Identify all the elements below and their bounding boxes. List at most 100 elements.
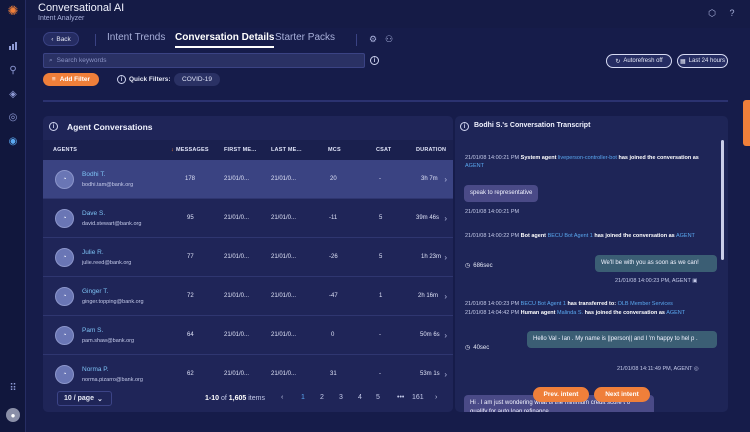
prev-intent-button[interactable]: Prev. intent xyxy=(533,387,589,402)
duration-cell: 2h 16m xyxy=(418,293,439,299)
section-divider xyxy=(43,100,728,102)
page-size-value: 10 / page xyxy=(64,395,94,402)
user-circle-icon[interactable]: ◎ xyxy=(7,111,19,123)
chevron-left-icon: ‹ xyxy=(51,35,54,43)
chevron-right-icon: › xyxy=(444,370,447,379)
search-icon: ⌕ xyxy=(49,56,53,64)
page-link[interactable]: 1 xyxy=(301,394,305,401)
table-row[interactable]: ◔ Ginger T. ginger.topping@bank.org 72 2… xyxy=(43,277,453,316)
page-ellipsis[interactable]: ••• xyxy=(397,394,404,401)
page-link[interactable]: 4 xyxy=(358,394,362,401)
tab-starter-packs[interactable]: Starter Packs xyxy=(275,32,335,43)
top-bar: Conversational AI Intent Analyzer ⬡ ? xyxy=(26,0,750,28)
range-text: 1-10 xyxy=(205,395,220,402)
page-size-select[interactable]: 10 / page ⌄ xyxy=(57,391,112,406)
of-text: of xyxy=(220,395,227,402)
transcript-panel: i Bodhi S.'s Conversation Transcript 21/… xyxy=(455,116,728,412)
time-range-selector[interactable]: ▦ Last 24 hours xyxy=(677,54,728,68)
search-box[interactable]: ⌕ xyxy=(43,53,365,68)
tab-conversation-details[interactable]: Conversation Details xyxy=(175,32,275,48)
search-info-icon[interactable]: i xyxy=(370,56,379,65)
csat-cell: - xyxy=(379,371,381,377)
col-agents[interactable]: AGENTS xyxy=(53,147,77,153)
page-link[interactable]: 2 xyxy=(320,394,324,401)
messages-cell: 178 xyxy=(185,176,196,182)
first-message-cell: 21/01/0... xyxy=(224,254,250,260)
csat-cell: 5 xyxy=(379,215,383,221)
agent-message: We'll be with you as soon as we can! xyxy=(595,255,717,272)
prev-page-button[interactable]: ‹ xyxy=(281,394,283,401)
agent-email: bodhi.tam@bank.org xyxy=(82,182,134,188)
page-link[interactable]: 161 xyxy=(412,394,424,401)
agent-email: julie.reed@bank.org xyxy=(82,260,132,266)
col-first-message[interactable]: FIRST ME... xyxy=(224,147,256,153)
response-timer: ◷ 40sec xyxy=(465,344,490,352)
help-icon[interactable]: ? xyxy=(726,7,738,19)
col-mcs[interactable]: MCS xyxy=(328,147,341,153)
agent-name: Dave S. xyxy=(82,210,106,217)
chevron-right-icon: › xyxy=(444,214,447,223)
table-row[interactable]: ◔ Dave S. david.stewart@bank.org 95 21/0… xyxy=(43,199,453,238)
avatar-icon: ◔ xyxy=(55,326,74,345)
avatar-icon: ◔ xyxy=(55,209,74,228)
col-duration[interactable]: DURATION xyxy=(416,147,446,153)
search-input[interactable] xyxy=(56,57,357,64)
tab-intent-trends[interactable]: Intent Trends xyxy=(107,32,165,43)
network-icon[interactable]: ⚲ xyxy=(7,64,19,76)
table-row[interactable]: ◔ Pam S. pam.shaw@bank.org 64 21/01/0...… xyxy=(43,316,453,355)
avatar-icon: ◔ xyxy=(55,248,74,267)
duration-cell: 53m 1s xyxy=(420,371,440,377)
csat-cell: - xyxy=(379,332,381,338)
back-button[interactable]: ‹ Back xyxy=(43,32,79,46)
last-message-cell: 21/01/0... xyxy=(271,176,297,182)
autorefresh-toggle[interactable]: ↻ Autorefresh off xyxy=(606,54,672,68)
avatar-icon: ◔ xyxy=(55,287,74,306)
info-icon[interactable]: i xyxy=(49,122,58,131)
transcript-scrollbar[interactable] xyxy=(721,140,724,260)
side-drawer-handle[interactable] xyxy=(743,100,750,146)
first-message-cell: 21/01/0... xyxy=(224,176,250,182)
tab-divider xyxy=(95,34,96,46)
col-last-message[interactable]: LAST ME... xyxy=(271,147,302,153)
next-intent-button[interactable]: Next intent xyxy=(594,387,650,402)
analyzer-icon[interactable]: ◉ xyxy=(7,135,19,147)
col-messages[interactable]: MESSAGES xyxy=(176,147,209,153)
quick-filter-chip[interactable]: COVID-19 xyxy=(174,73,220,86)
add-filter-button[interactable]: ≡ Add Filter xyxy=(43,73,99,86)
cube-icon[interactable]: ⬡ xyxy=(706,7,718,19)
sort-desc-icon[interactable]: ↓ xyxy=(171,147,174,153)
response-timer: ◷ 686sec xyxy=(465,262,493,270)
col-csat[interactable]: CSAT xyxy=(376,147,391,153)
table-header: AGENTS ↓ MESSAGES FIRST ME... LAST ME...… xyxy=(43,140,453,160)
next-page-button[interactable]: › xyxy=(435,394,437,401)
table-row[interactable]: ◔ Bodhi T. bodhi.tam@bank.org 178 21/01/… xyxy=(43,160,453,199)
agent-name: Ginger T. xyxy=(82,288,109,295)
apps-grid-icon[interactable]: ⠿ xyxy=(7,382,19,394)
settings-gear-icon[interactable]: ⚙ xyxy=(367,33,379,45)
tag-icon[interactable]: ◈ xyxy=(7,88,19,100)
first-message-cell: 21/01/0... xyxy=(224,215,250,221)
last-message-cell: 21/01/0... xyxy=(271,371,297,377)
user-settings-icon[interactable]: ⚇ xyxy=(383,33,395,45)
agent-email: david.stewart@bank.org xyxy=(82,221,142,227)
agent-email: pam.shaw@bank.org xyxy=(82,338,135,344)
first-message-cell: 21/01/0... xyxy=(224,293,250,299)
app-logo-icon[interactable]: ✺ xyxy=(7,3,19,18)
message-time: 21/01/08 14:00:23 PM, AGENT ▣ xyxy=(615,278,698,284)
csat-cell: 5 xyxy=(379,254,383,260)
table-row[interactable]: ◔ Julie R. julie.reed@bank.org 77 21/01/… xyxy=(43,238,453,277)
first-message-cell: 21/01/0... xyxy=(224,371,250,377)
mcs-cell: -26 xyxy=(329,254,338,260)
csat-cell: 1 xyxy=(379,293,383,299)
profile-avatar-icon[interactable]: ● xyxy=(6,408,20,422)
page-link[interactable]: 5 xyxy=(376,394,380,401)
mcs-cell: 31 xyxy=(330,371,337,377)
info-icon[interactable]: i xyxy=(460,122,469,131)
transcript-event: 21/01/08 14:04:42 PM Human agent Malinda… xyxy=(465,310,686,316)
add-filter-label: Add Filter xyxy=(59,76,91,83)
bar-chart-icon[interactable] xyxy=(7,40,19,52)
panel-title: Agent Conversations xyxy=(67,122,153,132)
duration-cell: 39m 46s xyxy=(416,215,440,221)
page-link[interactable]: 3 xyxy=(339,394,343,401)
calendar-icon: ▦ xyxy=(679,58,686,65)
